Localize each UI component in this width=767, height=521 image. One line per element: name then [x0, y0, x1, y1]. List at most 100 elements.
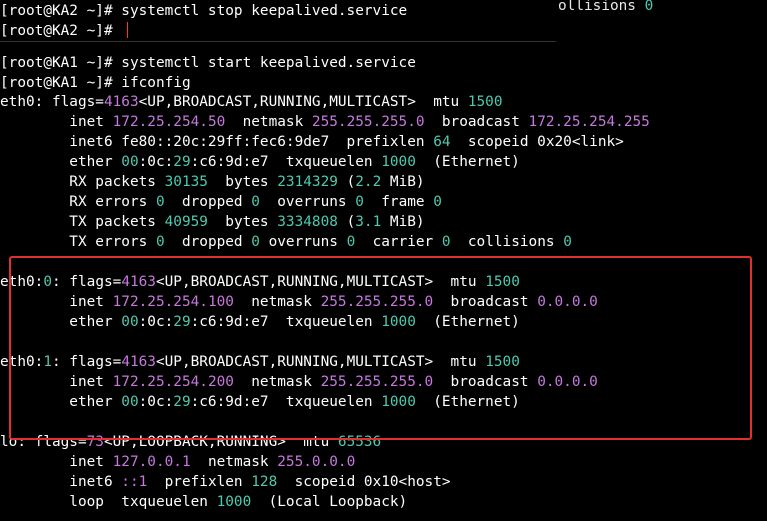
- flags-set: <UP,LOOPBACK,RUNNING> mtu: [103, 434, 338, 450]
- tx-dropped-value: 0: [251, 234, 260, 250]
- iface-header-lo: lo: flags=73<UP,LOOPBACK,RUNNING> mtu 65…: [0, 432, 381, 452]
- iface-inet6-line: inet6 ::1 prefixlen 128 scopeid 0x10<hos…: [0, 472, 450, 492]
- broadcast-value: 0.0.0.0: [537, 374, 598, 390]
- bottom-terminal-pane[interactable]: [root@KA1 ~]# systemctl start keepalived…: [0, 42, 767, 521]
- flags-label: flags=: [51, 94, 104, 110]
- broadcast-label: broadcast: [433, 294, 538, 310]
- netmask-label: netmask: [190, 454, 278, 470]
- shell-prompt: [root@KA1 ~]#: [0, 75, 122, 91]
- txqueuelen-value: 1000: [381, 314, 416, 330]
- mac-part: :c6:9d:e7 txqueuelen: [190, 394, 382, 410]
- tx-packets-label: TX packets: [0, 214, 165, 230]
- shell-command: systemctl stop keepalived.service: [121, 3, 408, 19]
- tx-collisions-label: collisions: [450, 234, 564, 250]
- top-terminal-pane[interactable]: [root@KA2 ~]# systemctl stop keepalived.…: [0, 0, 556, 42]
- mtu-value: 1500: [485, 354, 520, 370]
- mtu-value: 65536: [337, 434, 382, 450]
- inet-value: 172.25.254.100: [112, 294, 234, 310]
- netmask-value: 255.255.255.0: [320, 294, 434, 310]
- prefixlen-value: 64: [433, 134, 451, 150]
- flags-set: <UP,BROADCAST,RUNNING,MULTICAST> mtu: [155, 354, 486, 370]
- tx-size-value: 3.1: [355, 214, 382, 230]
- rx-frame-label: frame: [363, 194, 434, 210]
- mac-part: :0c:: [138, 154, 174, 170]
- link-type: (Ethernet): [415, 314, 520, 330]
- inet-label: inet: [0, 454, 113, 470]
- fragment-text: ollisions: [558, 0, 645, 14]
- rx-dropped-value: 0: [251, 194, 260, 210]
- scopeid-text: scopeid 0x20<link>: [450, 134, 624, 150]
- rx-overruns-label: overruns: [259, 194, 356, 210]
- netmask-label: netmask: [233, 294, 321, 310]
- flags-label: : flags=: [52, 354, 122, 370]
- rx-size-open: (: [337, 174, 356, 190]
- netmask-label: netmask: [233, 374, 321, 390]
- netmask-value: 255.255.255.0: [311, 114, 425, 130]
- flags-set: <UP,BROADCAST,RUNNING,MULTICAST> mtu: [155, 274, 486, 290]
- iface-header-eth0-0: eth0:0: flags=4163<UP,BROADCAST,RUNNING,…: [0, 272, 520, 292]
- rx-bytes-value: 2314329: [277, 174, 338, 190]
- alias-number: 0: [43, 274, 52, 290]
- tx-carrier-value: 0: [441, 234, 451, 250]
- inet-label: inet: [0, 114, 113, 130]
- tx-size-open: (: [337, 214, 356, 230]
- txqueuelen-value: 1000: [381, 394, 416, 410]
- netmask-value: 255.255.255.0: [320, 374, 434, 390]
- flags-set: <UP,BROADCAST,RUNNING,MULTICAST> mtu: [138, 94, 468, 110]
- rx-packets-value: 30135: [164, 174, 208, 190]
- top-terminal-line: [root@KA2 ~]#: [0, 21, 129, 41]
- mtu-value: 1500: [467, 94, 503, 110]
- prefixlen-label: prefixlen: [147, 474, 252, 490]
- tx-size-unit: MiB): [381, 214, 425, 230]
- inet6-label: inet6: [0, 474, 122, 490]
- mtu-value: 1500: [485, 274, 520, 290]
- loop-label: loop txqueuelen: [0, 494, 217, 510]
- iface-header-eth0-1: eth0:1: flags=4163<UP,BROADCAST,RUNNING,…: [0, 352, 520, 372]
- shell-prompt: [root@KA2 ~]#: [0, 3, 122, 19]
- iface-tx-errors-line: TX errors 0 dropped 0 overruns 0 carrier…: [0, 232, 572, 252]
- inet6-label: inet6 fe80::20c:29ff:fec6:9de7 prefixlen: [0, 134, 434, 150]
- mac-part: :0c:: [138, 394, 174, 410]
- rx-errors-label: RX errors: [0, 194, 156, 210]
- shell-command: systemctl start keepalived.service: [121, 55, 416, 71]
- iface-inet-line: inet 172.25.254.50 netmask 255.255.255.0…: [0, 112, 650, 132]
- flags-label: : flags=: [52, 274, 122, 290]
- netmask-label: netmask: [225, 114, 312, 130]
- ether-label: ether: [0, 154, 122, 170]
- mac-part: 29: [173, 394, 191, 410]
- terminal-line: [root@KA1 ~]# systemctl start keepalived…: [0, 53, 416, 73]
- inet-value: 172.25.254.50: [112, 114, 226, 130]
- ether-label: ether: [0, 394, 122, 410]
- iface-loop-line: loop txqueuelen 1000 (Local Loopback): [0, 492, 407, 512]
- iface-rx-packets-line: RX packets 30135 bytes 2314329 (2.2 MiB): [0, 172, 424, 192]
- mac-part: 00: [121, 394, 139, 410]
- iface-ether-line: ether 00:0c:29:c6:9d:e7 txqueuelen 1000 …: [0, 312, 520, 332]
- rx-dropped-label: dropped: [164, 194, 252, 210]
- flags-value: 73: [86, 434, 104, 450]
- rx-size-value: 2.2: [355, 174, 382, 190]
- rx-frame-value: 0: [433, 194, 442, 210]
- flags-value: 4163: [121, 274, 156, 290]
- inet-value: 127.0.0.1: [112, 454, 191, 470]
- link-type: (Local Loopback): [251, 494, 408, 510]
- tx-bytes-label: bytes: [207, 214, 278, 230]
- flags-value: 4163: [121, 354, 156, 370]
- mac-part: 00: [121, 154, 139, 170]
- inet-label: inet: [0, 294, 113, 310]
- tx-errors-value: 0: [155, 234, 165, 250]
- rx-packets-label: RX packets: [0, 174, 165, 190]
- rx-overruns-value: 0: [355, 194, 364, 210]
- iface-ether-line: ether 00:0c:29:c6:9d:e7 txqueuelen 1000 …: [0, 392, 520, 412]
- tx-errors-label: TX errors: [0, 234, 156, 250]
- top-terminal-line: [root@KA2 ~]# systemctl stop keepalived.…: [0, 1, 407, 21]
- alias-number: 1: [43, 354, 52, 370]
- background-terminal-fragment: ollisions 0: [556, 0, 767, 16]
- link-type: (Ethernet): [415, 394, 520, 410]
- broadcast-label: broadcast: [424, 114, 529, 130]
- link-type: (Ethernet): [415, 154, 520, 170]
- pane-divider: [0, 41, 556, 42]
- tx-overruns-label: overruns: [259, 234, 347, 250]
- mac-part: :c6:9d:e7 txqueuelen: [190, 314, 382, 330]
- rx-errors-value: 0: [155, 194, 165, 210]
- txqueuelen-value: 1000: [381, 154, 416, 170]
